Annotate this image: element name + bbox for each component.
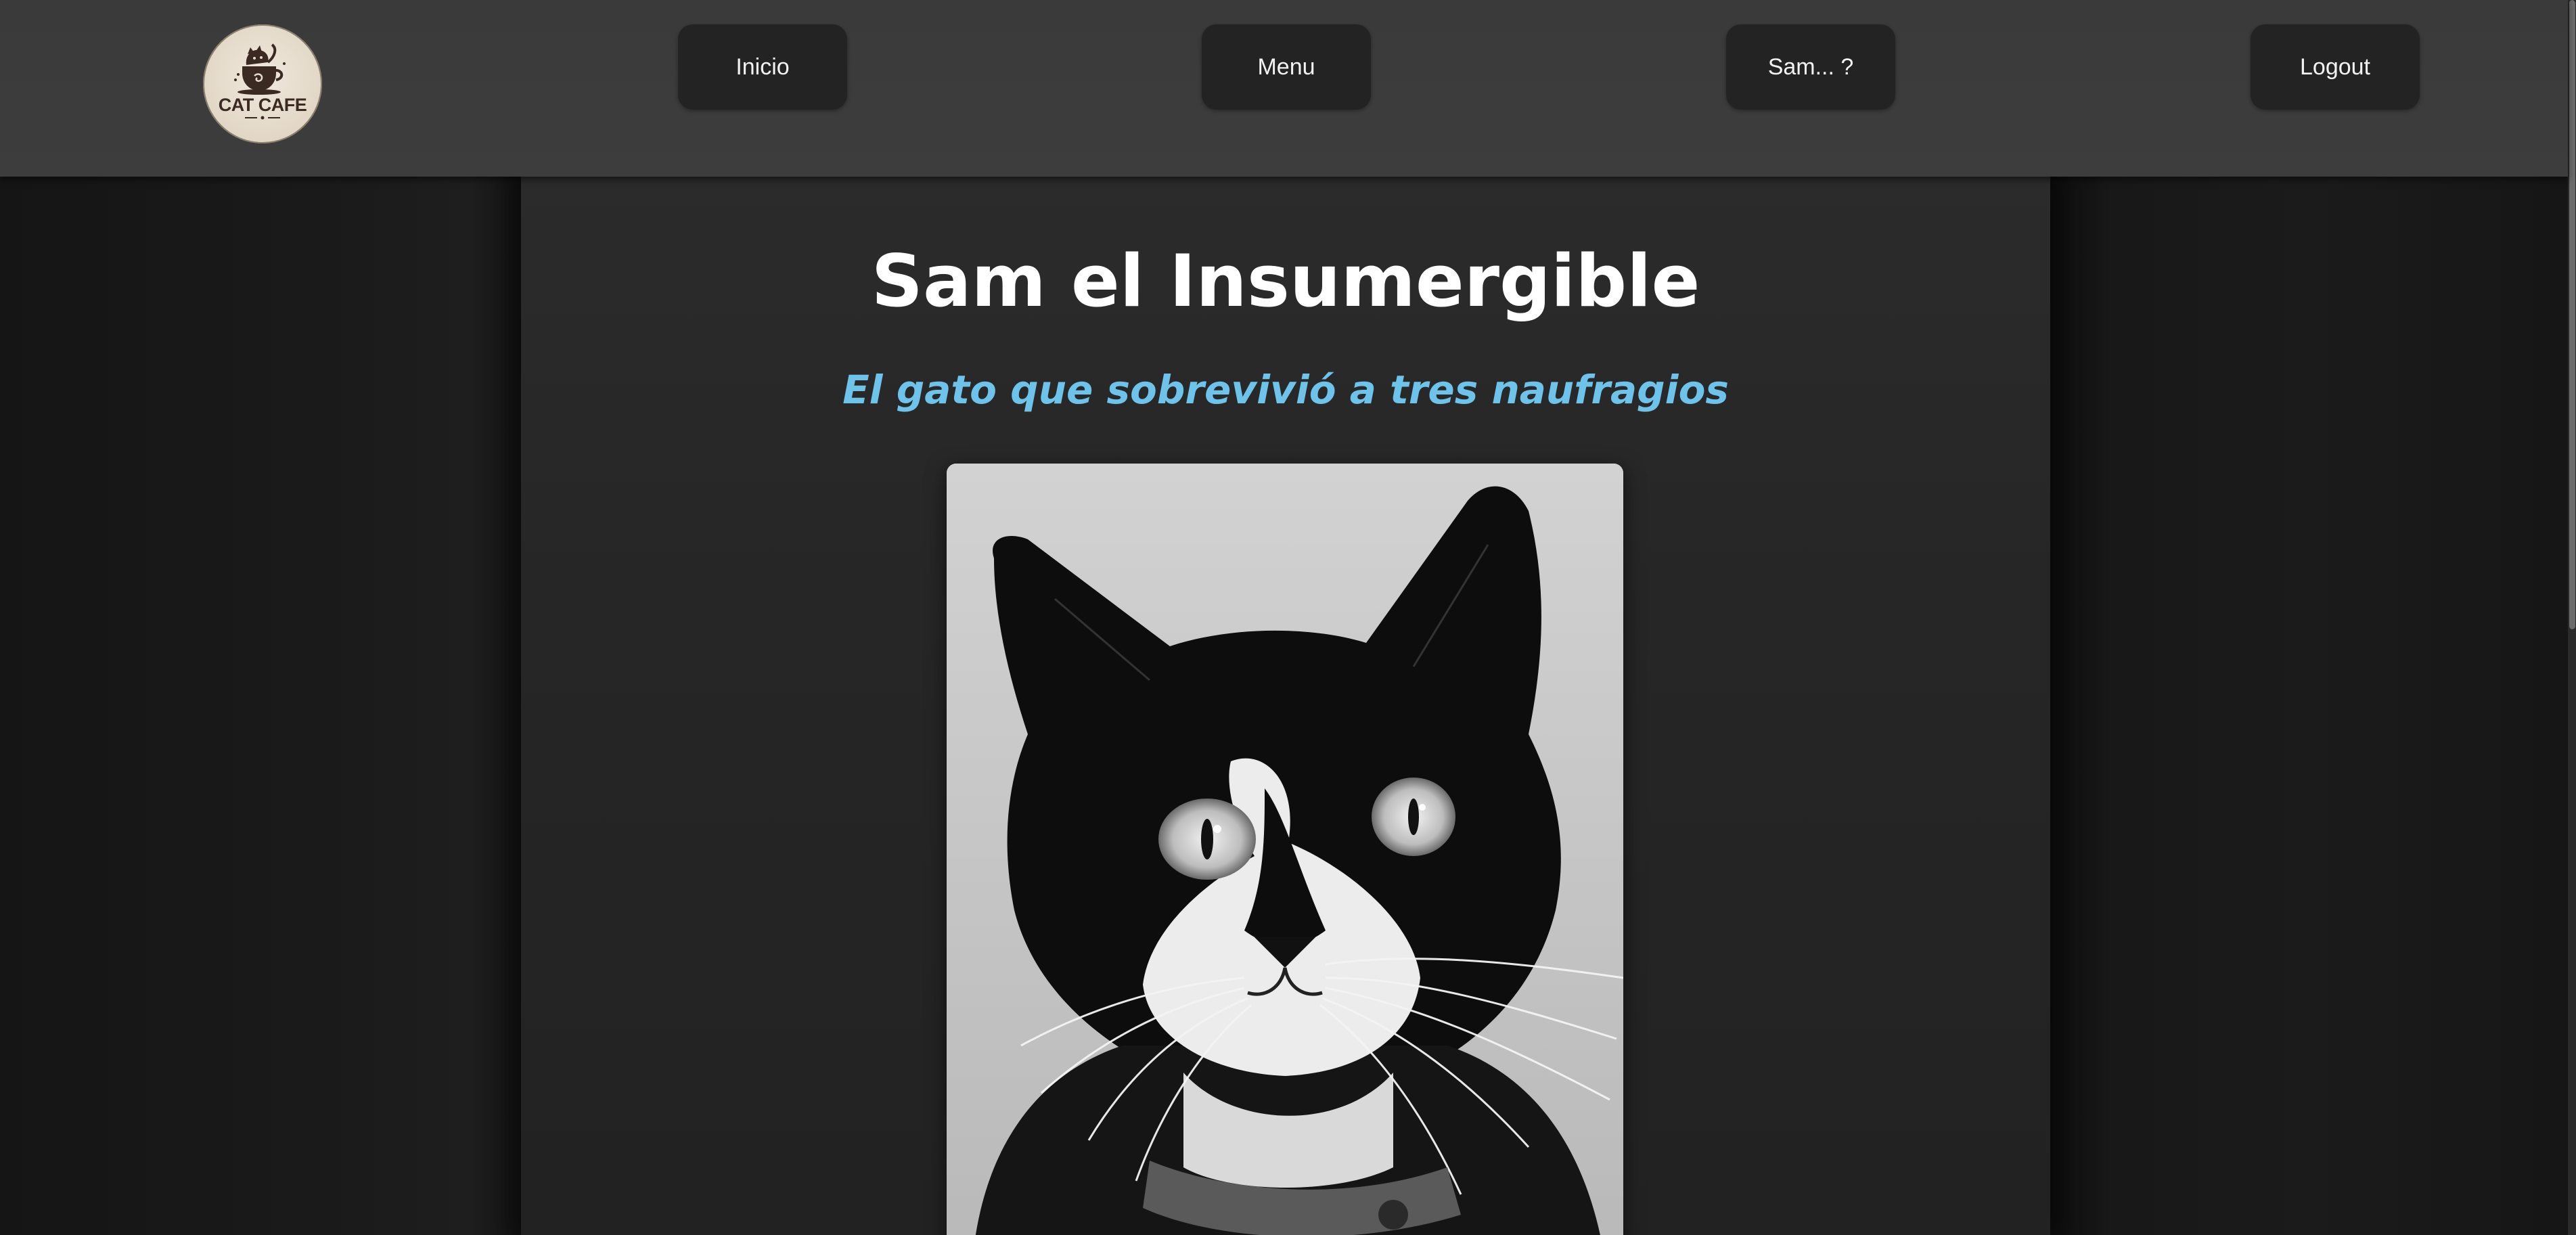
right-side-panel — [2048, 177, 2568, 1235]
nav-button-inicio-label: Inicio — [736, 53, 790, 80]
cat-photo — [947, 464, 1623, 1235]
cat-cup-icon: CAT CAFE — [219, 43, 307, 120]
logout-button-label: Logout — [2300, 53, 2370, 80]
left-side-panel — [0, 177, 528, 1235]
page-subtitle: El gato que sobrevivió a tres naufragios — [842, 367, 1729, 413]
scrollbar-thumb[interactable] — [2569, 0, 2575, 629]
page-title: Sam el Insumergible — [871, 240, 1700, 323]
nav-button-menu-label: Menu — [1257, 53, 1315, 80]
logout-button[interactable]: Logout — [2251, 24, 2420, 110]
svg-text:CAT CAFE: CAT CAFE — [219, 95, 307, 115]
cat-cafe-logo[interactable]: CAT CAFE — [203, 24, 322, 143]
nav-button-sam-label: Sam... ? — [1767, 53, 1854, 80]
cat-portrait-image — [947, 464, 1623, 1235]
page: CAT CAFE Inicio Menu Sam... ? Logout Sam… — [0, 0, 2576, 1235]
nav-button-inicio[interactable]: Inicio — [678, 24, 847, 110]
nav-button-sam[interactable]: Sam... ? — [1726, 24, 1895, 110]
top-navbar: CAT CAFE Inicio Menu Sam... ? Logout — [0, 0, 2568, 177]
nav-button-menu[interactable]: Menu — [1202, 24, 1371, 110]
main-content: Sam el Insumergible El gato que sobreviv… — [521, 177, 2050, 1235]
